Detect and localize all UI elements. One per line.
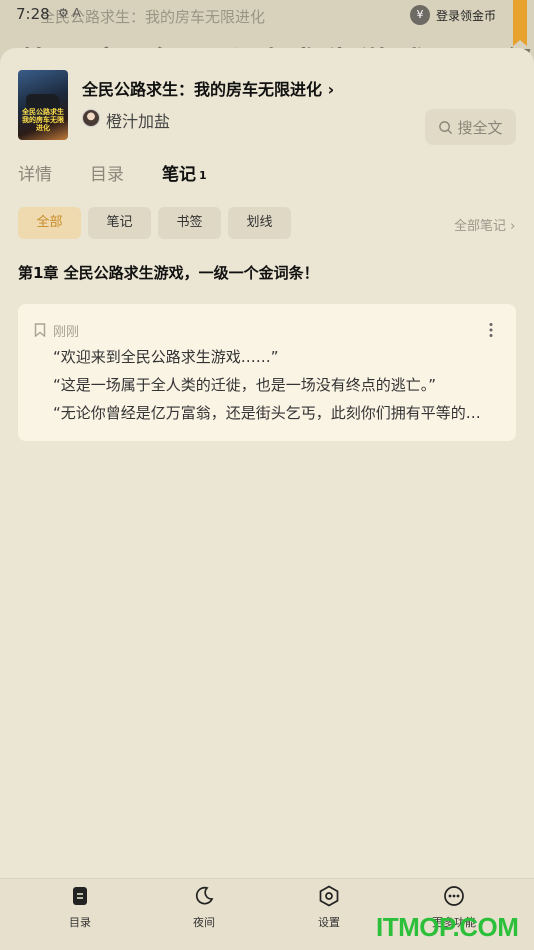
- book-title: 全民公路求生：我的房车无限进化: [82, 80, 323, 99]
- nav-catalog-button[interactable]: 目录: [40, 885, 120, 930]
- tab-notes-label: 笔记: [162, 165, 196, 185]
- book-cover[interactable]: 全民公路求生 我的房车无限进化: [18, 70, 68, 140]
- note-time: 刚刚: [53, 325, 80, 340]
- tab-bar: 详情 目录 笔记 1: [18, 160, 245, 185]
- filter-chips: 全部 笔记 书签 划线: [18, 207, 291, 239]
- tab-notes[interactable]: 笔记 1: [162, 160, 207, 185]
- status-time: 7:28: [16, 5, 50, 23]
- nav-settings-button[interactable]: 设置: [289, 885, 369, 930]
- note-line: “欢迎来到全民公路求生游戏……”: [53, 348, 279, 366]
- chevron-right-icon: ›: [327, 80, 335, 99]
- chevron-right-icon: ›: [506, 219, 516, 234]
- moon-icon: [195, 886, 214, 905]
- more-options-icon: [444, 886, 464, 906]
- watermark: ITMOP.COM: [376, 912, 519, 942]
- coin-label: 登录领金币: [436, 8, 497, 23]
- tab-details[interactable]: 详情: [18, 160, 52, 185]
- all-notes-link[interactable]: 全部笔记 ›: [454, 215, 515, 234]
- note-line: “这是一场属于全人类的迁徙，也是一场没有终点的逃亡。”: [53, 376, 437, 394]
- filter-all[interactable]: 全部: [18, 207, 81, 239]
- nav-night-button[interactable]: 夜间: [164, 885, 244, 930]
- all-notes-label: 全部笔记: [454, 219, 507, 234]
- nav-night-label: 夜间: [193, 916, 215, 929]
- search-fulltext-button[interactable]: 搜全文: [425, 109, 516, 145]
- more-vertical-icon[interactable]: [488, 322, 494, 338]
- chapter-heading: 第1章 全民公路求生游戏，一级一个金词条！: [18, 264, 319, 282]
- author-name[interactable]: 橙汁加盐: [106, 108, 170, 132]
- book-detail-sheet: 全民公路求生 我的房车无限进化 全民公路求生：我的房车无限进化 › 橙汁加盐 搜…: [0, 48, 534, 878]
- settings-icon: [319, 885, 339, 907]
- bookmark-flag-icon: [513, 0, 527, 46]
- catalog-icon: [73, 887, 87, 905]
- cover-text: 全民公路求生 我的房车无限进化: [22, 108, 64, 132]
- note-line: “无论你曾经是亿万富翁，还是街头乞丐，此刻你们拥有平等的…: [53, 404, 481, 422]
- book-title-link[interactable]: 全民公路求生：我的房车无限进化 ›: [82, 76, 334, 100]
- search-icon: [439, 120, 453, 134]
- filter-notes[interactable]: 笔记: [88, 207, 151, 239]
- nav-settings-label: 设置: [318, 916, 340, 929]
- filter-underlines[interactable]: 划线: [228, 207, 291, 239]
- coin-icon: ¥: [410, 5, 430, 25]
- author-avatar: [82, 109, 100, 127]
- status-icons: ⚙ A: [58, 6, 81, 20]
- search-label: 搜全文: [457, 118, 503, 137]
- login-coin-button[interactable]: ¥ 登录领金币: [410, 5, 496, 25]
- nav-catalog-label: 目录: [69, 916, 91, 929]
- tab-catalog[interactable]: 目录: [90, 160, 124, 185]
- note-card[interactable]: 刚刚 “欢迎来到全民公路求生游戏……” “这是一场属于全人类的迁徙，也是一场没有…: [18, 304, 516, 441]
- tab-notes-count: 1: [199, 169, 207, 182]
- bookmark-icon: [34, 323, 46, 337]
- filter-bookmarks[interactable]: 书签: [158, 207, 221, 239]
